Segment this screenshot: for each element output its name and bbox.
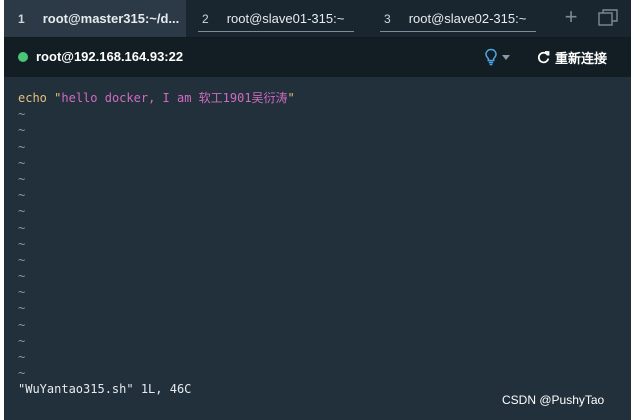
tilde-line: ~ [18, 236, 26, 251]
host-label: root@192.168.164.93:22 [36, 49, 184, 64]
tilde-line: ~ [18, 285, 26, 300]
tilde-line: ~ [18, 317, 26, 332]
tilde-line: ~ [18, 188, 26, 203]
plus-icon[interactable]: + [561, 6, 581, 28]
quote-close: " [287, 91, 295, 105]
refresh-icon [537, 51, 550, 64]
tab-label: root@slave01-315:~ [226, 11, 345, 26]
lightbulb-icon[interactable] [484, 48, 498, 66]
reconnect-button[interactable]: 重新连接 [537, 48, 607, 67]
tab-master[interactable]: 1 root@master315:~/d... [4, 0, 186, 37]
tilde-line: ~ [18, 252, 26, 267]
tab-slave01[interactable]: 2 root@slave01-315:~ [192, 0, 364, 37]
tab-underline [198, 31, 354, 32]
tilde-line: ~ [18, 155, 26, 170]
terminal-window: 1 root@master315:~/d... 2 root@slave01-3… [4, 0, 631, 420]
tilde-line: ~ [18, 333, 26, 348]
tilde-line: ~ [18, 139, 26, 154]
connection-status-dot [18, 52, 28, 62]
tilde-line: ~ [18, 123, 26, 138]
editor-line: echo "hello docker, I am 软工1901吴衍涛" [18, 90, 618, 106]
tab-underline [380, 31, 536, 32]
watermark: CSDN @PushyTao [502, 393, 605, 407]
tab-number: 1 [18, 11, 25, 26]
tab-label: root@master315:~/d... [42, 11, 180, 26]
session-header: root@192.168.164.93:22 重新连接 [4, 38, 631, 77]
chevron-down-icon[interactable] [502, 55, 510, 60]
tab-number: 3 [384, 11, 391, 26]
tab-number: 2 [202, 11, 209, 26]
string-text: hello docker, I am 软工1901吴衍涛 [61, 91, 288, 105]
tilde-line: ~ [18, 220, 26, 235]
tab-bar: 1 root@master315:~/d... 2 root@slave01-3… [4, 0, 631, 38]
tilde-line: ~ [18, 204, 26, 219]
tilde-line: ~ [18, 269, 26, 284]
tab-slave02[interactable]: 3 root@slave02-315:~ [372, 0, 546, 37]
tab-label: root@slave02-315:~ [408, 11, 527, 26]
vim-status-line: "WuYantao315.sh" 1L, 46C [18, 382, 192, 396]
tilde-line: ~ [18, 366, 26, 381]
tilde-line: ~ [18, 107, 26, 122]
window-icon[interactable] [598, 9, 618, 27]
tilde-line: ~ [18, 171, 26, 186]
reconnect-label: 重新连接 [555, 51, 608, 66]
tilde-line: ~ [18, 350, 26, 364]
vim-editor[interactable]: echo "hello docker, I am 软工1901吴衍涛" ~ ~ ~ ~… [18, 90, 618, 381]
tilde-line: ~ [18, 301, 26, 316]
empty-lines: ~ ~ ~ ~ ~ ~ ~ ~ ~ ~ ~ ~ ~ ~ ~ ~ ~ [18, 106, 618, 381]
command-text: echo [18, 91, 47, 105]
